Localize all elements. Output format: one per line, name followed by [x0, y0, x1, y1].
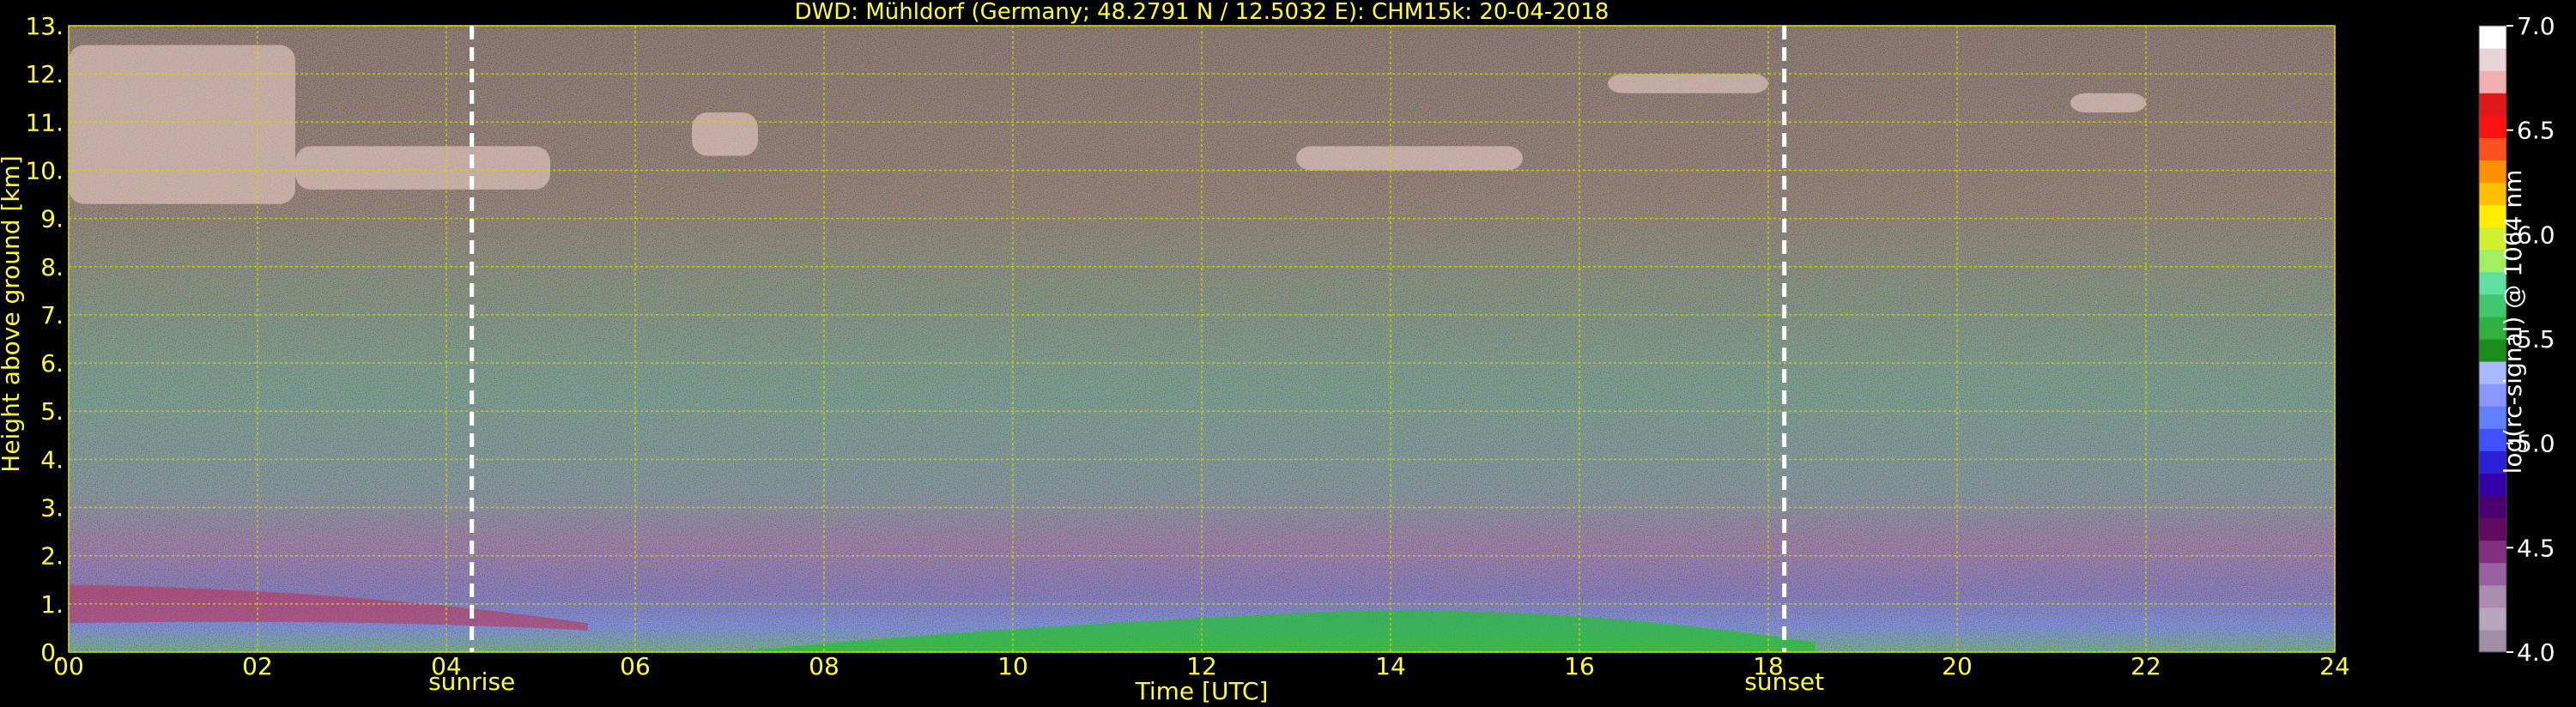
colorbar-tick-label: 4.0 — [2517, 638, 2555, 667]
colorbar-tick-label: 6.5 — [2517, 117, 2555, 145]
x-tick-label: 10 — [997, 652, 1028, 680]
x-tick-label: 18 — [1753, 652, 1784, 680]
x-tick-label: 14 — [1375, 652, 1406, 680]
y-tick-label: 8. — [40, 253, 64, 281]
colorbar-segment — [2479, 48, 2506, 71]
x-tick-label: 22 — [2131, 652, 2161, 680]
colorbar-segment — [2479, 473, 2506, 496]
colorbar-segment — [2479, 70, 2506, 94]
colorbar-segment — [2479, 93, 2506, 116]
y-tick-label: 2. — [40, 542, 64, 571]
y-tick-label: 1. — [40, 590, 64, 619]
colorbar-segment — [2479, 540, 2506, 564]
y-tick-label: 10. — [25, 156, 64, 184]
y-tick-label: 12. — [25, 60, 64, 88]
colorbar-segment — [2479, 26, 2506, 49]
cirrus-cloud — [1296, 146, 1523, 171]
y-tick-label: 6. — [40, 349, 64, 378]
y-tick-label: 11. — [25, 108, 64, 136]
colorbar-label: log(rc-signal) @ 1064 nm — [2499, 170, 2527, 474]
colorbar-segment — [2479, 115, 2506, 138]
y-tick-label: 9. — [40, 205, 64, 233]
x-tick-label: 16 — [1564, 652, 1595, 680]
y-tick-labels: 0. 1. 2. 3. 4. 5. 6. 7. 8. 9. 10. 11. 12. 13. — [25, 12, 64, 667]
y-tick-label: 4. — [40, 445, 64, 474]
colorbar-segment — [2479, 629, 2506, 653]
colorbar-segment — [2479, 495, 2506, 519]
x-tick-label: 08 — [809, 652, 839, 680]
y-tick-label: 5. — [40, 397, 64, 426]
cirrus-cloud — [1608, 74, 1768, 94]
chart-title: DWD: Mühldorf (Germany; 48.2791 N / 12.5… — [795, 0, 1609, 25]
colorbar-segment — [2479, 562, 2506, 586]
colorbar-tick-label: 4.5 — [2517, 534, 2555, 562]
cirrus-cloud — [2070, 93, 2146, 113]
cirrus-cloud — [295, 146, 550, 190]
cirrus-cloud — [692, 112, 758, 156]
x-axis-label: Time [UTC] — [1135, 677, 1269, 705]
x-tick-label: 02 — [242, 652, 273, 680]
colorbar-segment — [2479, 607, 2506, 631]
y-tick-label: 0. — [40, 638, 64, 667]
colorbar-segment — [2479, 137, 2506, 160]
ceilometer-chart: sunrise sunset 00 02 04 06 08 10 12 14 16 18 20 22 24… — [0, 0, 2555, 705]
x-tick-label: 20 — [1942, 652, 1973, 680]
y-tick-label: 13. — [25, 12, 64, 40]
y-axis-label: Height above ground [km] — [0, 155, 25, 473]
x-tick-label: 04 — [431, 652, 462, 680]
colorbar-segment — [2479, 584, 2506, 608]
x-tick-label: 06 — [620, 652, 651, 680]
x-tick-label: 24 — [2319, 652, 2350, 680]
cirrus-cloud — [69, 45, 295, 204]
colorbar-segment — [2479, 517, 2506, 541]
colorbar-tick-label: 7.0 — [2517, 12, 2555, 40]
y-tick-label: 7. — [40, 301, 64, 329]
y-tick-label: 3. — [40, 494, 64, 523]
